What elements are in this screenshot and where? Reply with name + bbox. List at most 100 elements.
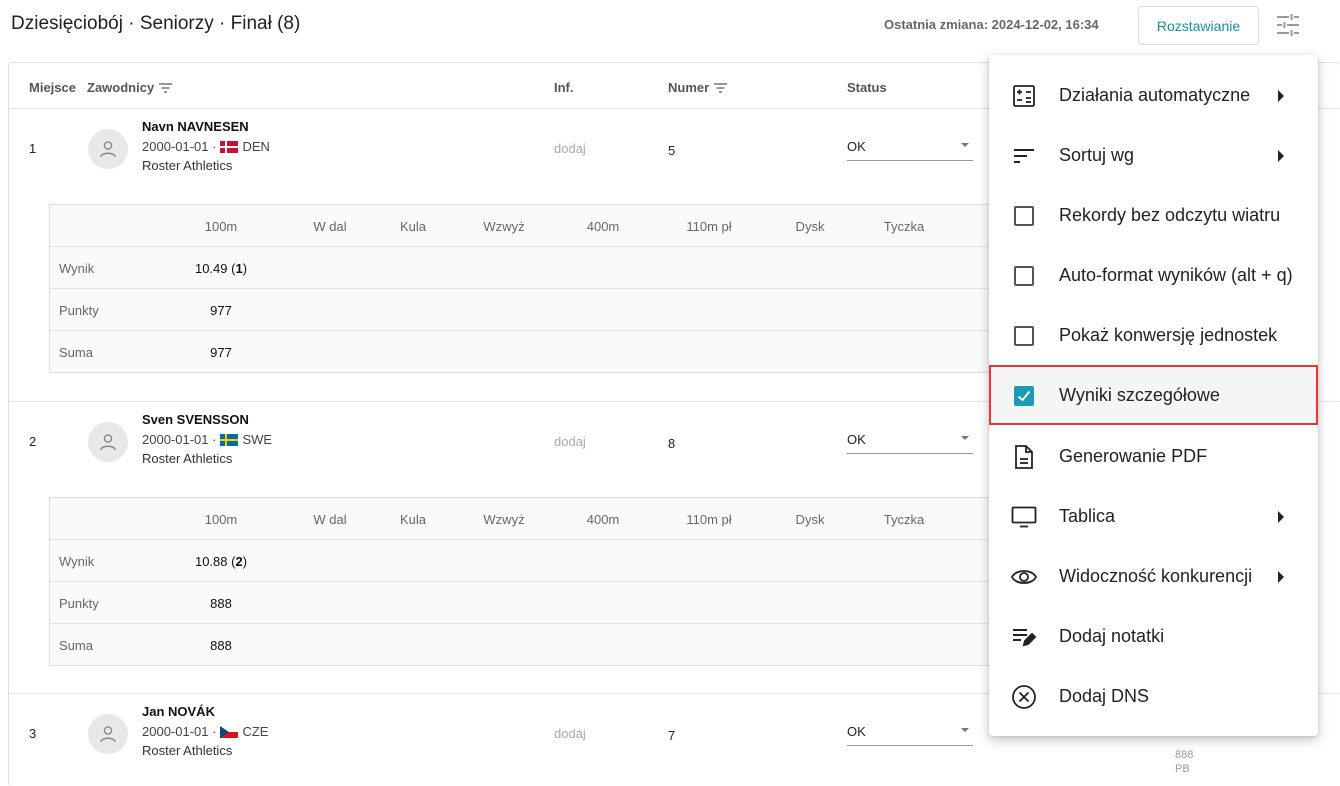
col-number[interactable]: Numer bbox=[668, 80, 728, 95]
detail-header: 100m W dal Kula Wzwyż 400m 110m pł Dysk … bbox=[50, 498, 1148, 540]
filter-icon[interactable] bbox=[714, 82, 728, 93]
checkbox-icon[interactable] bbox=[1014, 206, 1034, 226]
menu-item-auto-format[interactable]: Auto-format wyników (alt + q) bbox=[989, 245, 1318, 305]
menu-item-detailed-results[interactable]: Wyniki szczegółowe bbox=[989, 365, 1318, 425]
status-value: OK bbox=[847, 139, 866, 154]
col-athletes[interactable]: Zawodnicy bbox=[87, 80, 173, 95]
result-row: Wynik 10.49 (1) bbox=[50, 247, 1148, 289]
checkbox-wrap bbox=[1011, 263, 1037, 289]
event-col: Dysk bbox=[795, 512, 825, 527]
col-status-label: Status bbox=[847, 80, 887, 95]
event-col: Tyczka bbox=[883, 512, 925, 527]
menu-item-label: Tablica bbox=[1059, 506, 1116, 526]
athlete-meta: 2000-01-01 · SWE bbox=[142, 432, 272, 447]
status-select[interactable]: OK bbox=[847, 135, 973, 161]
partial-pb: 888 PB bbox=[1175, 748, 1193, 776]
event-col: Tyczka bbox=[883, 219, 925, 234]
flag-den-icon bbox=[220, 140, 239, 153]
col-athletes-label: Zawodnicy bbox=[87, 80, 155, 95]
place: 2 bbox=[29, 434, 37, 449]
monitor-icon bbox=[1011, 504, 1037, 530]
menu-item-notes[interactable]: Dodaj notatki bbox=[989, 606, 1318, 666]
athlete-club: Roster Athletics bbox=[142, 743, 233, 758]
flag-swe-icon bbox=[220, 433, 239, 446]
inf-add-link[interactable]: dodaj bbox=[554, 726, 586, 741]
sum-value: 977 bbox=[210, 345, 232, 360]
tune-icon[interactable] bbox=[1274, 11, 1302, 39]
inf-add-link[interactable]: dodaj bbox=[554, 434, 586, 449]
cancel-circle-icon bbox=[1011, 684, 1037, 710]
last-change: Ostatnia zmiana: 2024-12-02, 16:34 bbox=[884, 17, 1099, 32]
event-col: 110m pł bbox=[686, 512, 732, 527]
checkbox-checked-icon[interactable] bbox=[1014, 386, 1034, 406]
event-col: W dal bbox=[313, 512, 347, 527]
athlete-dob: 2000-01-01 · bbox=[142, 139, 217, 154]
menu-item-records-no-wind[interactable]: Rekordy bez odczytu wiatru bbox=[989, 185, 1318, 245]
seed-button[interactable]: Rozstawianie bbox=[1138, 6, 1259, 45]
caret-down-icon bbox=[961, 728, 969, 732]
detail-table: 100m W dal Kula Wzwyż 400m 110m pł Dysk … bbox=[49, 497, 1149, 666]
menu-item-sort[interactable]: Sortuj wg bbox=[989, 125, 1318, 185]
event-col: 110m pł bbox=[686, 219, 732, 234]
checkbox-icon[interactable] bbox=[1014, 266, 1034, 286]
status-value: OK bbox=[847, 724, 866, 739]
menu-item-pdf[interactable]: Generowanie PDF bbox=[989, 426, 1318, 486]
col-inf-label: Inf. bbox=[554, 80, 574, 95]
menu-item-label: Generowanie PDF bbox=[1059, 446, 1208, 466]
submenu-arrow-icon bbox=[1278, 571, 1284, 583]
event-col: W dal bbox=[313, 219, 347, 234]
status-select[interactable]: OK bbox=[847, 428, 973, 454]
points-row: Punkty 977 bbox=[50, 289, 1148, 331]
athlete-name[interactable]: Sven SVENSSON bbox=[142, 412, 249, 427]
avatar bbox=[88, 422, 128, 462]
filter-icon[interactable] bbox=[159, 82, 173, 93]
col-place: Miejsce bbox=[29, 80, 76, 95]
athlete-country: CZE bbox=[242, 724, 269, 739]
points-value: 977 bbox=[210, 303, 232, 318]
eye-icon bbox=[1011, 564, 1037, 590]
event-col: Wzwyż bbox=[483, 219, 525, 234]
athlete-name[interactable]: Jan NOVÁK bbox=[142, 704, 215, 719]
person-icon bbox=[100, 141, 116, 158]
menu-item-unit-conversion[interactable]: Pokaż konwersję jednostek bbox=[989, 305, 1318, 365]
checkbox-icon[interactable] bbox=[1014, 326, 1034, 346]
settings-menu: Działania automatyczne Sortuj wg Rekordy… bbox=[989, 55, 1318, 736]
athlete-club: Roster Athletics bbox=[142, 158, 233, 173]
result-value[interactable]: 10.88 (2) bbox=[195, 554, 247, 569]
inf-add-link[interactable]: dodaj bbox=[554, 141, 586, 156]
result-value[interactable]: 10.49 (1) bbox=[195, 261, 247, 276]
menu-item-label: Rekordy bez odczytu wiatru bbox=[1059, 205, 1281, 225]
page-title: Dziesięciobój · Seniorzy · Finał (8) bbox=[11, 13, 301, 34]
col-number-label: Numer bbox=[668, 80, 710, 95]
sum-value: 888 bbox=[210, 638, 232, 653]
submenu-arrow-icon bbox=[1278, 90, 1284, 102]
menu-item-add-dns[interactable]: Dodaj DNS bbox=[989, 666, 1318, 726]
detail-table: 100m W dal Kula Wzwyż 400m 110m pł Dysk … bbox=[49, 204, 1149, 373]
partial-value: 888 bbox=[1175, 749, 1194, 761]
row-label: Wynik bbox=[59, 554, 95, 569]
menu-item-label: Pokaż konwersję jednostek bbox=[1059, 325, 1278, 345]
col-status: Status bbox=[847, 80, 887, 95]
event-col: Kula bbox=[399, 219, 427, 234]
athlete-name[interactable]: Navn NAVNESEN bbox=[142, 119, 249, 134]
menu-item-event-visibility[interactable]: Widoczność konkurencji bbox=[989, 546, 1318, 606]
athlete-dob: 2000-01-01 · bbox=[142, 724, 217, 739]
checkbox-wrap bbox=[1011, 203, 1037, 229]
points-value: 888 bbox=[210, 596, 232, 611]
submenu-arrow-icon bbox=[1278, 150, 1284, 162]
row-label: Punkty bbox=[59, 303, 99, 318]
pb-label: PB bbox=[1175, 763, 1190, 775]
menu-item-board[interactable]: Tablica bbox=[989, 486, 1318, 546]
bib-number: 8 bbox=[668, 436, 676, 451]
last-change-label: Ostatnia zmiana: bbox=[884, 17, 989, 32]
athlete-country: SWE bbox=[242, 432, 273, 447]
event-col: 400m bbox=[586, 512, 620, 527]
calculator-icon bbox=[1011, 83, 1037, 109]
place: 3 bbox=[29, 726, 37, 741]
menu-item-auto-actions[interactable]: Działania automatyczne bbox=[989, 65, 1318, 125]
row-label: Suma bbox=[59, 345, 93, 360]
menu-item-label: Wyniki szczegółowe bbox=[1059, 385, 1220, 405]
athlete-meta: 2000-01-01 · DEN bbox=[142, 139, 270, 154]
bib-number: 7 bbox=[668, 728, 676, 743]
status-select[interactable]: OK bbox=[847, 720, 973, 746]
